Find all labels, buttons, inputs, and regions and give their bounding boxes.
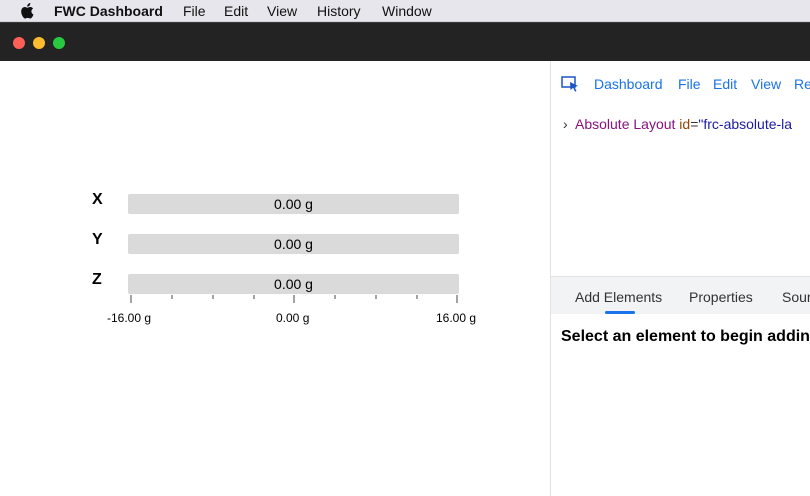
menu-file[interactable]: File [183,3,206,19]
tab-properties[interactable]: Properties [689,289,753,305]
y-axis-value: 0.00 g [274,236,313,252]
z-axis-value: 0.00 g [274,276,313,292]
minimize-window-button[interactable] [33,37,45,49]
tree-tag-name: Absolute Layout [575,116,676,132]
x-axis-bar: 0.00 g [128,194,459,214]
zoom-window-button[interactable] [53,37,65,49]
window-titlebar [0,22,810,61]
toolbar-view[interactable]: View [751,76,781,92]
editor-panel: Dashboard File Edit View Re › Absolute La… [551,61,810,496]
menu-window[interactable]: Window [382,3,432,19]
app-name-menu[interactable]: FWC Dashboard [54,3,163,19]
z-axis-label: Z [92,271,102,288]
toolbar-dashboard[interactable]: Dashboard [594,76,663,92]
toolbar-re[interactable]: Re [794,76,810,92]
x-axis-value: 0.00 g [274,196,313,212]
expand-caret-icon[interactable]: › [563,116,575,132]
toolbar-file[interactable]: File [678,76,701,92]
menu-edit[interactable]: Edit [224,3,248,19]
panel-tab-bar: Add Elements Properties Sour [551,276,810,314]
scale-max-label: 16.00 g [436,311,477,325]
scale-min-label: -16.00 g [107,311,152,325]
z-axis-bar: 0.00 g [128,274,459,294]
tree-attr-value: "frc-absolute-la [698,116,793,132]
scale-ticks [130,295,458,303]
panel-toolbar: Dashboard File Edit View Re [551,61,810,106]
x-axis-label: X [92,191,103,208]
tab-add-elements[interactable]: Add Elements [575,289,662,305]
tab-source[interactable]: Sour [782,289,810,305]
menu-history[interactable]: History [317,3,361,19]
active-tab-indicator [605,311,635,314]
y-axis-label: Y [92,231,103,248]
scale-mid-label: 0.00 g [276,311,310,325]
apple-logo-icon[interactable] [20,3,34,19]
menu-view[interactable]: View [267,3,297,19]
empty-state-hint: Select an element to begin addin [561,328,810,345]
element-tree-node[interactable]: › Absolute Layout id="frc-absolute-la [563,116,792,132]
tree-attr-name: id [679,116,691,132]
y-axis-bar: 0.00 g [128,234,459,254]
toolbar-edit[interactable]: Edit [713,76,737,92]
element-picker-icon[interactable] [561,76,579,92]
close-window-button[interactable] [13,37,25,49]
macos-menu-bar: FWC Dashboard File Edit View History Win… [0,0,810,22]
